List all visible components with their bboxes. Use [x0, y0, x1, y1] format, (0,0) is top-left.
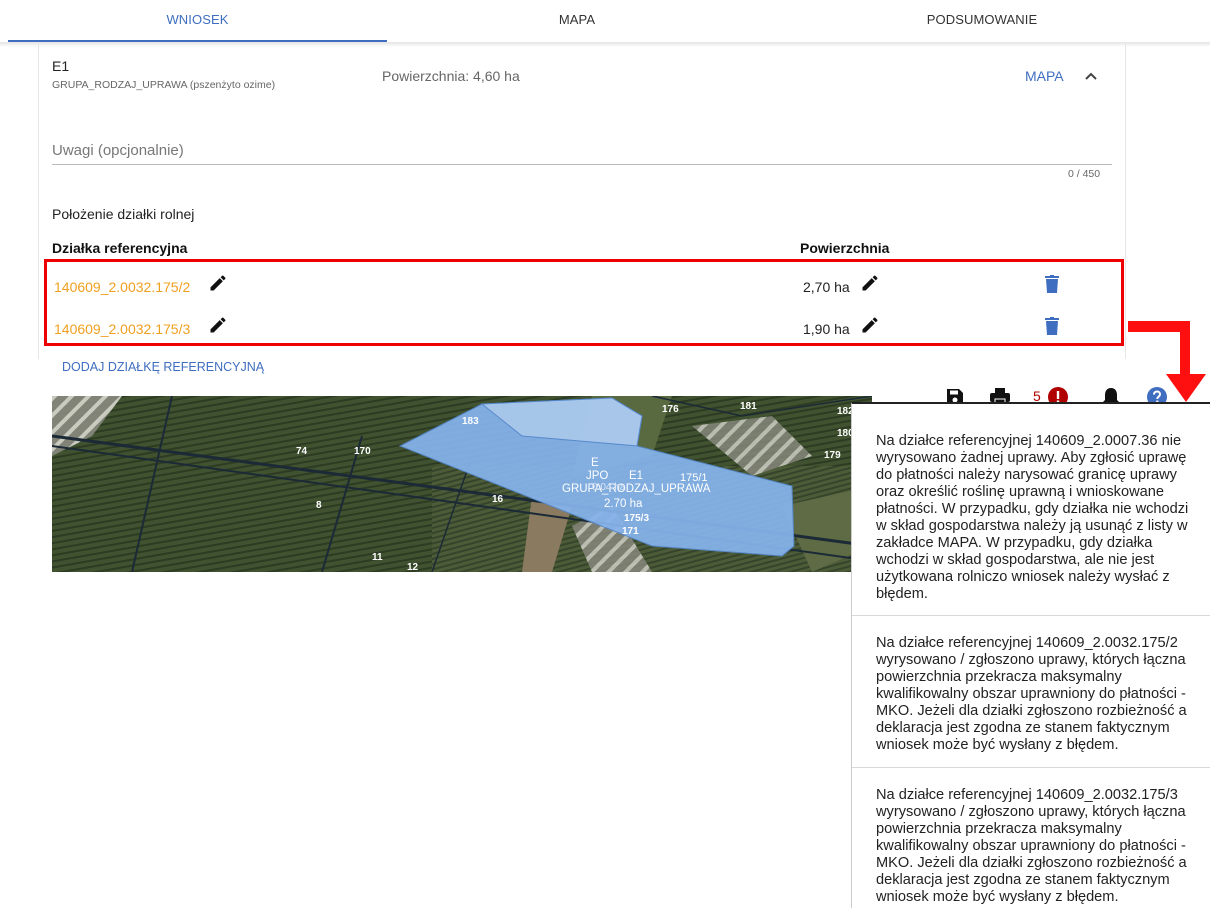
map-link[interactable]: MAPA	[1025, 68, 1064, 84]
map-parcel-label: 179	[824, 450, 841, 461]
map-parcel-label: 176	[662, 404, 679, 415]
map-parcel-label: 12	[407, 562, 419, 572]
column-header-area: Powierzchnia	[800, 240, 890, 256]
map-parcel-label: 16	[492, 494, 504, 505]
add-parcel-button[interactable]: DODAJ DZIAŁKĘ REFERENCYJNĄ	[62, 360, 264, 374]
map-parcel-label: 170	[354, 446, 371, 457]
notification-message: Na działce referencyjnej 140609_2.0032.1…	[876, 635, 1187, 753]
tab-mapa[interactable]: MAPA	[387, 0, 767, 42]
arrow-down-icon	[1128, 321, 1206, 402]
map-crop-label: 175/1	[680, 472, 708, 484]
map-parcel-label: 181	[740, 401, 757, 412]
remarks-input[interactable]: Uwagi (opcjonalnie)	[52, 142, 184, 159]
remarks-counter: 0 / 450	[1068, 168, 1101, 180]
chevron-up-icon[interactable]	[1084, 71, 1098, 81]
map-view[interactable]: 183 176 181 182 180 179 74 170 8 16 11 1…	[52, 396, 872, 572]
map-crop-label: GRUPA_RODZAJ_UPRAWA	[562, 483, 711, 495]
map-parcel-label: 74	[296, 446, 308, 457]
tab-bar: WNIOSEK MAPA PODSUMOWANIE	[0, 0, 1210, 42]
remarks-underline	[52, 164, 1112, 165]
map-crop-label: 0.04 ha	[592, 482, 626, 493]
map-crop-label: E	[591, 457, 599, 469]
map-parcel-label: 11	[372, 552, 383, 563]
notification-message: Na działce referencyjnej 140609_2.0007.3…	[876, 433, 1189, 602]
map-parcel-label: 171	[622, 526, 639, 537]
tab-podsumowanie[interactable]: PODSUMOWANIE	[767, 0, 1197, 42]
crop-code: E1	[52, 58, 70, 74]
notification-divider	[852, 767, 1210, 768]
highlight-frame	[44, 259, 1124, 346]
notification-message: Na działce referencyjnej 140609_2.0032.1…	[876, 787, 1187, 905]
map-parcel-label: 175/3	[624, 513, 650, 524]
crop-area: Powierzchnia: 4,60 ha	[382, 68, 520, 84]
map-crop-label: JPO	[586, 470, 609, 482]
map-crop-label: E1	[629, 470, 644, 482]
map-parcel-label: 183	[462, 416, 479, 427]
column-header-parcel: Działka referencyjna	[52, 240, 188, 256]
notifications-panel: Na działce referencyjnej 140609_2.0007.3…	[851, 402, 1210, 908]
map-crop-label: 2.70 ha	[604, 498, 643, 510]
location-title: Położenie działki rolnej	[52, 206, 195, 222]
map-parcel-label: 8	[316, 500, 322, 511]
notification-divider	[852, 615, 1210, 616]
tab-wniosek[interactable]: WNIOSEK	[8, 0, 387, 42]
crop-subtitle: GRUPA_RODZAJ_UPRAWA (pszenżyto ozime)	[52, 79, 276, 91]
